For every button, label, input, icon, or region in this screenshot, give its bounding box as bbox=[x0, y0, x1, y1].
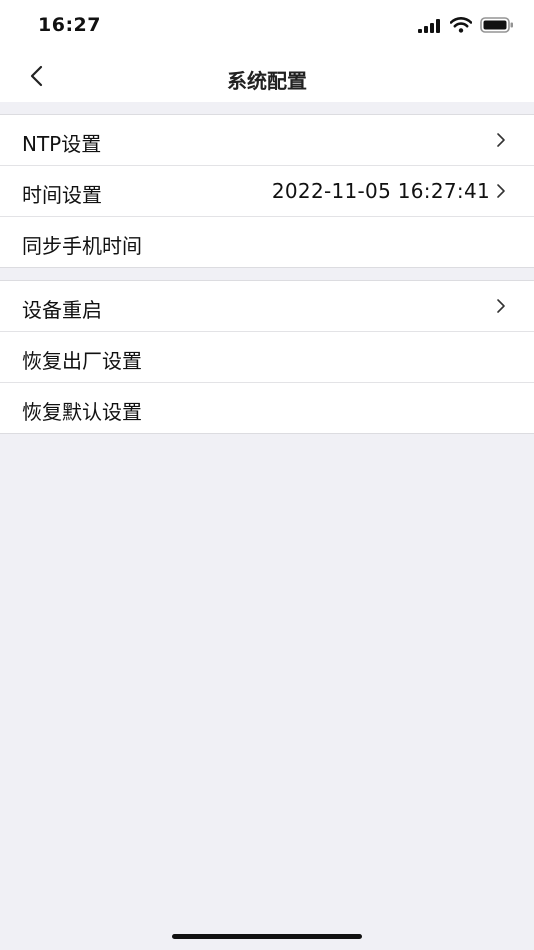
device-restart-row[interactable]: 设备重启 bbox=[0, 281, 534, 332]
row-label: 设备重启 bbox=[22, 298, 102, 322]
ntp-settings-row[interactable]: NTP设置 bbox=[0, 115, 534, 166]
row-label: 恢复出厂设置 bbox=[22, 349, 142, 373]
restore-defaults-row[interactable]: 恢复默认设置 bbox=[0, 383, 534, 433]
home-indicator[interactable] bbox=[172, 934, 362, 939]
row-label: 时间设置 bbox=[22, 183, 102, 207]
row-label: NTP设置 bbox=[22, 132, 102, 156]
time-settings-row[interactable]: 时间设置 2022-11-05 16:27:41 bbox=[0, 166, 534, 217]
sync-phone-time-row[interactable]: 同步手机时间 bbox=[0, 217, 534, 267]
chevron-right-icon bbox=[496, 298, 506, 314]
status-bar: 16:27 bbox=[0, 0, 534, 52]
status-time: 16:27 bbox=[38, 14, 101, 36]
page-title: 系统配置 bbox=[227, 69, 307, 93]
factory-reset-row[interactable]: 恢复出厂设置 bbox=[0, 332, 534, 383]
row-label: 同步手机时间 bbox=[22, 234, 142, 258]
nav-bar: 系统配置 bbox=[0, 52, 534, 102]
settings-group-time: NTP设置 时间设置 2022-11-05 16:27:41 同步手机时间 bbox=[0, 114, 534, 268]
chevron-right-icon bbox=[496, 183, 506, 199]
row-label: 恢复默认设置 bbox=[22, 400, 142, 424]
status-icons bbox=[418, 17, 514, 37]
battery-icon bbox=[480, 17, 514, 37]
settings-group-device: 设备重启 恢复出厂设置 恢复默认设置 bbox=[0, 280, 534, 434]
current-time-value: 2022-11-05 16:27:41 bbox=[271, 179, 490, 203]
wifi-icon bbox=[449, 17, 473, 37]
signal-icon bbox=[418, 18, 442, 37]
chevron-right-icon bbox=[496, 132, 506, 148]
